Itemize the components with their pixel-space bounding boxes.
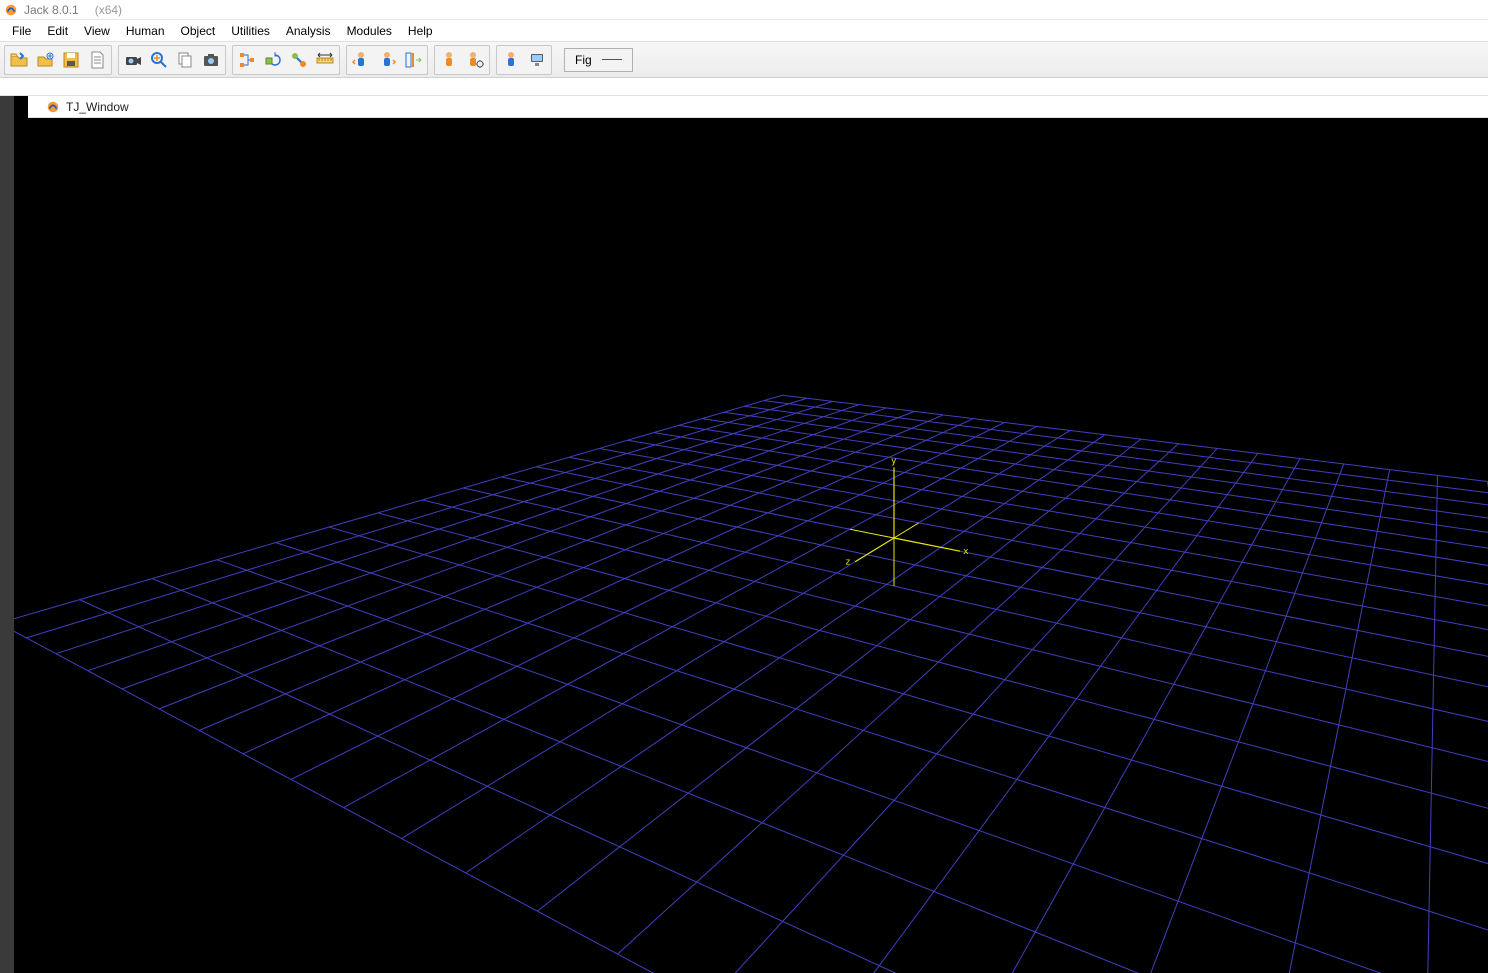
snapshot-icon	[201, 50, 221, 70]
human-left-button[interactable]	[348, 47, 374, 73]
new-folder-icon	[35, 50, 55, 70]
fig-label: Fig	[575, 53, 592, 67]
grid-floor: x y z	[14, 118, 1488, 973]
app-title: Jack 8.0.1	[24, 3, 79, 17]
document-button[interactable]	[84, 47, 110, 73]
toolbar-group-structure	[232, 45, 340, 75]
human-orange-icon	[439, 50, 459, 70]
snapshot-button[interactable]	[198, 47, 224, 73]
human-left-icon	[351, 50, 371, 70]
svg-text:z: z	[845, 558, 850, 568]
menu-modules[interactable]: Modules	[339, 22, 400, 40]
human-orange-button[interactable]	[436, 47, 462, 73]
human-right-icon	[377, 50, 397, 70]
menu-analysis[interactable]: Analysis	[278, 22, 339, 40]
title-bar: Jack 8.0.1 (x64)	[0, 0, 1488, 20]
svg-text:x: x	[963, 547, 969, 557]
subwindow-icon	[46, 100, 60, 114]
viewport-3d[interactable]: x y z	[14, 118, 1488, 973]
toolbar-group-file	[4, 45, 112, 75]
device-icon	[527, 50, 547, 70]
new-button[interactable]	[32, 47, 58, 73]
svg-text:y: y	[891, 456, 897, 466]
menu-help[interactable]: Help	[400, 22, 441, 40]
save-icon	[61, 50, 81, 70]
fig-dropdown[interactable]: Fig	[564, 48, 633, 72]
workspace: TJ_Window x y z	[0, 96, 1488, 973]
human-gear-icon	[465, 50, 485, 70]
toolbar-group-view	[118, 45, 226, 75]
viewport-wrap: TJ_Window x y z	[14, 96, 1488, 973]
camera-view-button[interactable]	[120, 47, 146, 73]
device-button[interactable]	[524, 47, 550, 73]
menu-view[interactable]: View	[76, 22, 118, 40]
toolbar: Fig	[0, 42, 1488, 78]
link-node-button[interactable]	[286, 47, 312, 73]
open-button[interactable]	[6, 47, 32, 73]
open-folder-icon	[9, 50, 29, 70]
camera-view-icon	[123, 50, 143, 70]
fig-line-icon	[602, 59, 622, 60]
toolbar-group-human2	[434, 45, 490, 75]
tree-icon	[237, 50, 257, 70]
toolbar-separator	[0, 78, 1488, 96]
subwindow-title: TJ_Window	[66, 100, 129, 114]
zoom-lens-icon	[149, 50, 169, 70]
toolbar-group-human1	[346, 45, 428, 75]
menu-object[interactable]: Object	[173, 22, 224, 40]
menu-utilities[interactable]: Utilities	[223, 22, 278, 40]
menu-edit[interactable]: Edit	[39, 22, 76, 40]
insert-button[interactable]	[400, 47, 426, 73]
left-gutter	[0, 96, 14, 973]
menu-human[interactable]: Human	[118, 22, 173, 40]
save-button[interactable]	[58, 47, 84, 73]
tree-button[interactable]	[234, 47, 260, 73]
menu-file[interactable]: File	[4, 22, 39, 40]
human-blue-icon	[501, 50, 521, 70]
insert-icon	[403, 50, 423, 70]
human-blue-button[interactable]	[498, 47, 524, 73]
copy-icon	[175, 50, 195, 70]
refresh-node-icon	[263, 50, 283, 70]
copy-button[interactable]	[172, 47, 198, 73]
app-arch: (x64)	[95, 3, 122, 17]
zoom-button[interactable]	[146, 47, 172, 73]
ruler-icon	[315, 50, 335, 70]
refresh-node-button[interactable]	[260, 47, 286, 73]
toolbar-group-device	[496, 45, 552, 75]
human-gear-button[interactable]	[462, 47, 488, 73]
app-icon	[4, 3, 18, 17]
menu-bar: File Edit View Human Object Utilities An…	[0, 20, 1488, 42]
subwindow-header[interactable]: TJ_Window	[28, 96, 1488, 118]
link-node-icon	[289, 50, 309, 70]
document-icon	[87, 50, 107, 70]
ruler-button[interactable]	[312, 47, 338, 73]
human-right-button[interactable]	[374, 47, 400, 73]
